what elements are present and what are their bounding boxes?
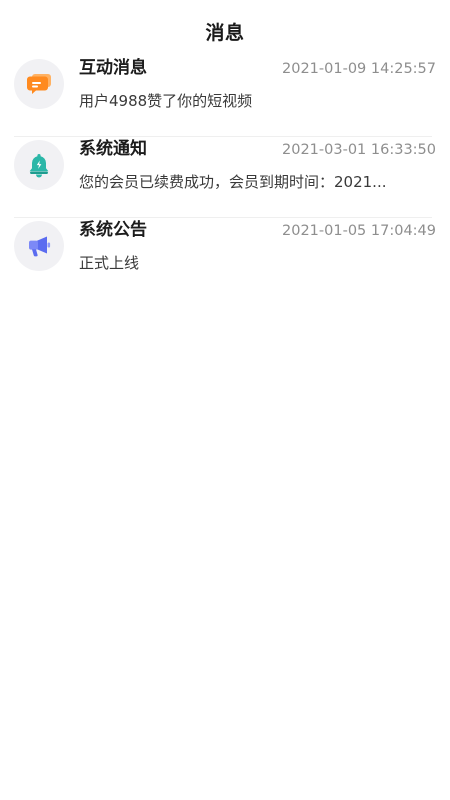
bell-icon bbox=[27, 152, 51, 178]
message-avatar bbox=[14, 59, 64, 109]
message-time: 2021-01-05 17:04:49 bbox=[282, 223, 436, 239]
message-avatar bbox=[14, 140, 64, 190]
messages-page: 消息 互动消息 2021-01-09 14:25:57 用户4988赞了你的短视… bbox=[0, 0, 450, 800]
page-title: 消息 bbox=[205, 21, 245, 44]
message-item-system-announcement[interactable]: 系统公告 2021-01-05 17:04:49 正式上线 bbox=[0, 218, 450, 299]
message-time: 2021-03-01 16:33:50 bbox=[282, 142, 436, 158]
message-time: 2021-01-09 14:25:57 bbox=[282, 61, 436, 77]
message-title: 系统通知 bbox=[79, 139, 147, 159]
message-preview: 您的会员已续费成功，会员到期时间：2021... bbox=[79, 173, 387, 191]
message-preview: 用户4988赞了你的短视频 bbox=[79, 92, 253, 110]
message-item-system-notice[interactable]: 系统通知 2021-03-01 16:33:50 您的会员已续费成功，会员到期时… bbox=[0, 137, 450, 218]
message-item-interactive[interactable]: 互动消息 2021-01-09 14:25:57 用户4988赞了你的短视频 bbox=[0, 56, 450, 137]
message-title: 系统公告 bbox=[79, 220, 147, 240]
message-title: 互动消息 bbox=[79, 58, 147, 78]
nav-bar: 消息 bbox=[0, 0, 450, 56]
message-avatar bbox=[14, 221, 64, 271]
message-list: 互动消息 2021-01-09 14:25:57 用户4988赞了你的短视频 系… bbox=[0, 56, 450, 299]
message-preview: 正式上线 bbox=[79, 254, 140, 272]
chat-bubble-icon bbox=[26, 73, 52, 95]
megaphone-icon bbox=[26, 234, 52, 258]
